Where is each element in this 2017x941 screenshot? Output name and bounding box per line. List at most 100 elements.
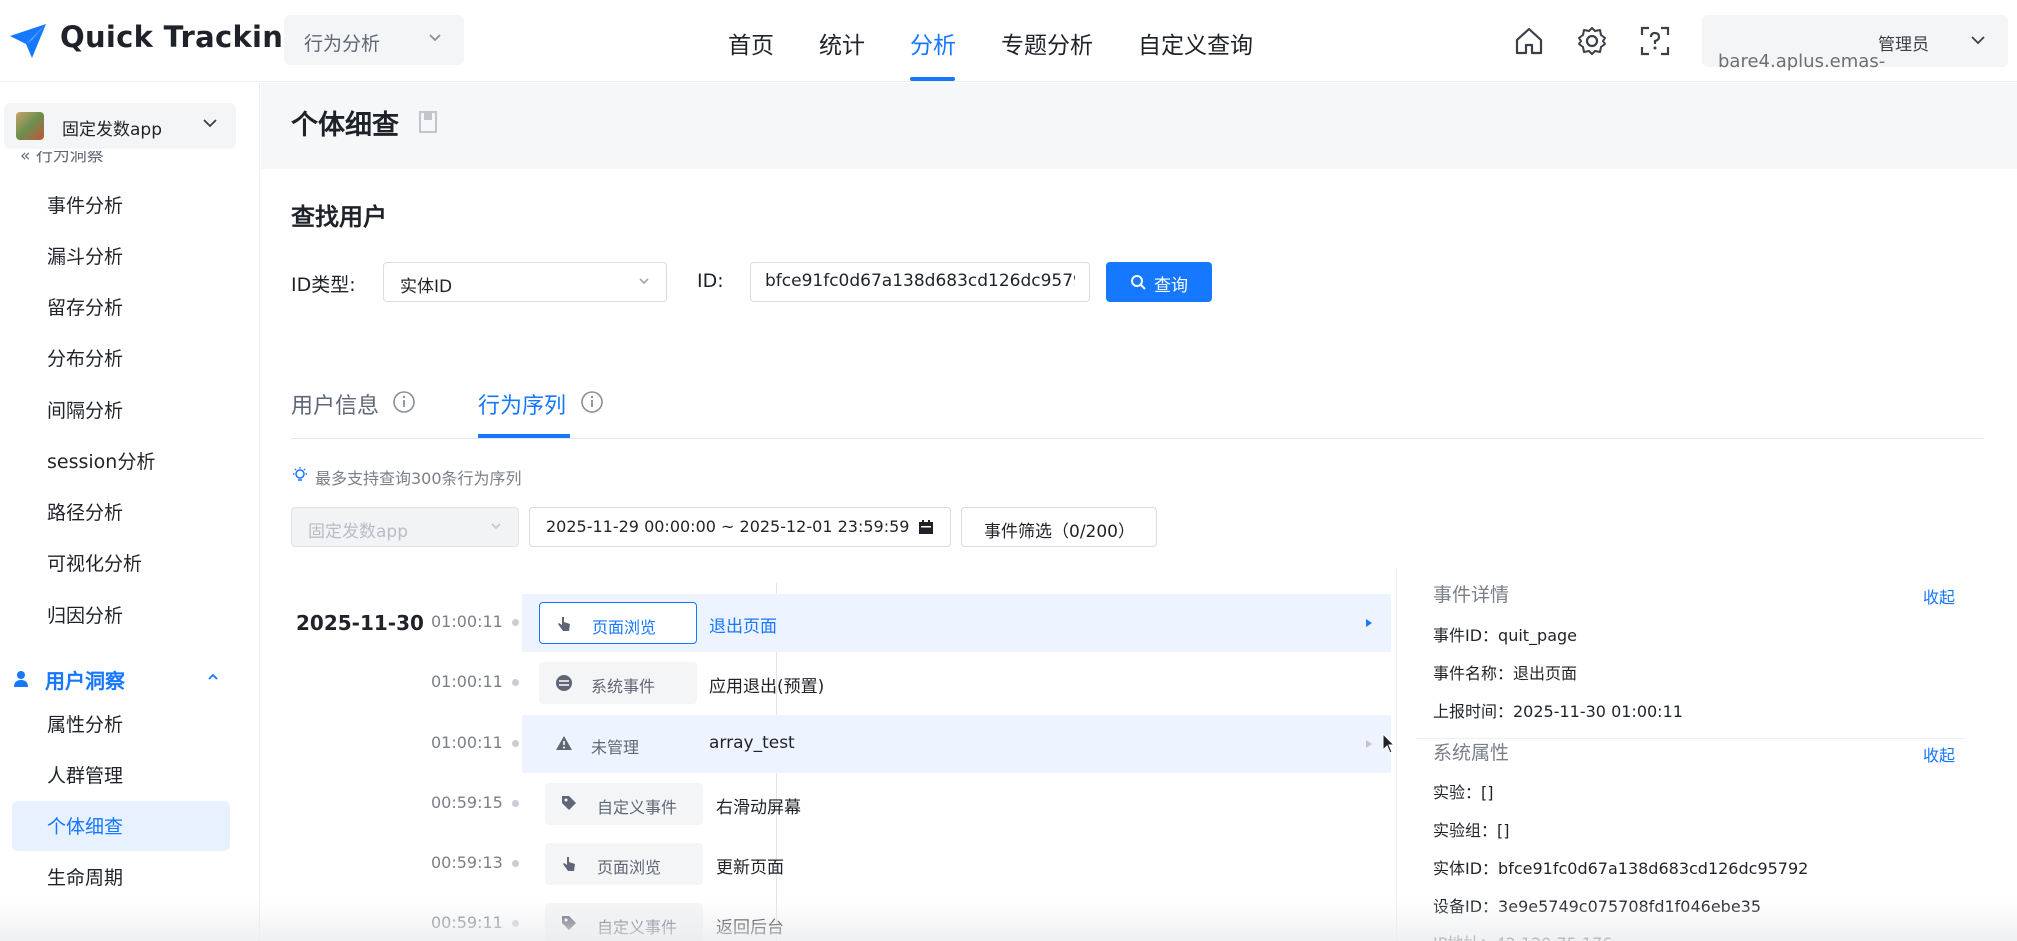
collapse-icon: «	[20, 146, 36, 166]
id-input[interactable]	[765, 271, 1075, 291]
id-label: ID:	[697, 270, 724, 292]
sidebar-item-path-analysis[interactable]: 路径分析	[47, 498, 123, 525]
event-time: 00:59:15	[431, 793, 503, 812]
event-type-tag: 自定义事件	[545, 783, 703, 825]
app-filter-select: 固定发数app	[291, 507, 519, 547]
event-type-label: 页面浏览	[597, 858, 662, 877]
system-icon	[556, 675, 572, 691]
date-range-value: 2025-11-29 00:00:00 ~ 2025-12-01 23:59:5…	[546, 517, 910, 536]
event-name[interactable]: 右滑动屏幕	[716, 793, 801, 818]
chevron-down-icon	[1971, 36, 1985, 45]
app-select-value: 固定发数app	[62, 120, 162, 140]
nav-custom-query[interactable]: 自定义查询	[1138, 26, 1253, 60]
event-name[interactable]: 更新页面	[716, 853, 784, 878]
tip-text: 最多支持查询300条行为序列	[315, 469, 522, 488]
id-type-value: 实体ID	[400, 277, 453, 297]
caret-right-icon[interactable]	[1365, 618, 1373, 628]
collapse-event-detail-button[interactable]: 收起	[1923, 584, 1955, 608]
gear-icon[interactable]	[1575, 24, 1609, 58]
detail-event-name: 事件名称：退出页面	[1433, 664, 1578, 683]
app-avatar	[16, 112, 44, 140]
event-filter-button[interactable]: 事件筛选（0/200）	[961, 507, 1157, 547]
bookmark-icon[interactable]	[419, 111, 437, 133]
caret-right-icon[interactable]	[1365, 739, 1373, 749]
tag-icon	[562, 796, 576, 810]
timeline-dot	[510, 738, 521, 749]
timeline-dot	[510, 918, 521, 929]
timeline-event-row[interactable]: 01:00:11 页面浏览 退出页面	[261, 594, 1391, 652]
user-icon	[14, 671, 28, 687]
sidebar-item-distribution-analysis[interactable]: 分布分析	[47, 344, 123, 371]
tab-user-info[interactable]: 用户信息	[291, 388, 379, 420]
chevron-down-icon	[491, 523, 501, 530]
event-type-label: 未管理	[591, 738, 640, 757]
nav-topic-analysis[interactable]: 专题分析	[1001, 26, 1093, 60]
event-name[interactable]: 返回后台	[716, 913, 784, 938]
date-range-picker[interactable]: 2025-11-29 00:00:00 ~ 2025-12-01 23:59:5…	[529, 507, 951, 547]
sidebar-item-visual-analysis[interactable]: 可视化分析	[47, 549, 142, 576]
id-type-label: ID类型:	[291, 274, 356, 296]
timeline-event-row[interactable]: 00:59:15 自定义事件 右滑动屏幕	[261, 775, 1391, 833]
event-type-tag: 页面浏览	[545, 843, 703, 885]
timeline-event-row[interactable]: 00:59:13 页面浏览 更新页面	[261, 835, 1391, 893]
module-select[interactable]: 行为分析	[284, 15, 464, 65]
app-select[interactable]: 固定发数app	[4, 103, 236, 149]
help-scan-icon[interactable]	[1638, 24, 1672, 58]
user-account-menu[interactable]: 管理员 bare4.aplus.emas-	[1702, 15, 2008, 72]
sidebar-item-retention-analysis[interactable]: 留存分析	[47, 293, 123, 320]
event-filter-label: 事件筛选（0/200）	[984, 522, 1135, 542]
tabs-divider	[291, 438, 1983, 439]
sidebar-item-attribute-analysis[interactable]: 属性分析	[47, 710, 123, 737]
event-type-tag: 未管理	[539, 723, 697, 765]
sidebar-group-user-insight[interactable]: 用户洞察	[12, 661, 237, 697]
timeline-dot	[510, 617, 521, 628]
sidebar-item-crowd-management[interactable]: 人群管理	[47, 761, 123, 788]
timeline-event-row[interactable]: 00:59:11 自定义事件 返回后台	[261, 895, 1391, 941]
quick-tracking-logo[interactable]	[6, 18, 50, 62]
event-name[interactable]: array_test	[709, 733, 795, 753]
find-user-title: 查找用户	[291, 203, 387, 231]
detail-experiment-group: 实验组：[]	[1433, 821, 1510, 840]
event-time: 01:00:11	[431, 672, 503, 691]
event-type-label: 自定义事件	[597, 918, 678, 937]
timeline-event-row[interactable]: 01:00:11 系统事件 应用退出(预置)	[261, 654, 1391, 712]
detail-event-id: 事件ID：quit_page	[1433, 626, 1578, 645]
sidebar-item-funnel-analysis[interactable]: 漏斗分析	[47, 242, 123, 269]
query-button[interactable]: 查询	[1106, 262, 1212, 302]
event-name[interactable]: 应用退出(预置)	[709, 672, 824, 697]
event-detail-panel: 事件详情 收起 事件ID：quit_page 事件名称：退出页面 上报时间：20…	[1396, 568, 1984, 941]
sidebar-item-lifecycle[interactable]: 生命周期	[47, 863, 123, 890]
collapse-system-attributes-button[interactable]: 收起	[1923, 742, 1955, 766]
sidebar-item-event-analysis[interactable]: 事件分析	[47, 191, 123, 218]
sidebar: « 行为洞察 固定发数app 事件分析 漏斗分析 留存分析 分布分析 间隔分析 …	[0, 83, 260, 941]
sidebar-item-interval-analysis[interactable]: 间隔分析	[47, 396, 123, 423]
id-type-select[interactable]: 实体ID	[383, 262, 667, 302]
mouse-cursor-icon	[1382, 733, 1396, 754]
info-icon[interactable]	[580, 390, 604, 414]
nav-statistics[interactable]: 统计	[819, 26, 865, 60]
event-type-tag: 系统事件	[539, 662, 697, 704]
event-time: 00:59:13	[431, 853, 503, 872]
event-time: 01:00:11	[431, 612, 503, 631]
event-name[interactable]: 退出页面	[709, 612, 777, 637]
user-role: 管理员	[1878, 35, 1929, 55]
sidebar-group-user-insight-label: 用户洞察	[45, 669, 125, 693]
brand-name[interactable]: Quick Tracking	[60, 20, 304, 54]
timeline-event-row[interactable]: 01:00:11 未管理 array_test	[261, 715, 1391, 773]
nav-analysis[interactable]: 分析	[910, 26, 956, 60]
event-detail-title: 事件详情	[1433, 584, 1510, 606]
nav-home[interactable]: 首页	[728, 26, 774, 60]
chevron-up-icon	[208, 673, 218, 680]
tab-behavior-sequence[interactable]: 行为序列	[478, 388, 566, 420]
event-type-label: 系统事件	[591, 677, 656, 696]
info-icon[interactable]	[392, 390, 416, 414]
timeline-dot	[510, 798, 521, 809]
timeline-dot	[510, 858, 521, 869]
sidebar-item-session-analysis[interactable]: session分析	[47, 447, 155, 474]
sidebar-item-individual-detail[interactable]: 个体细查	[47, 812, 123, 839]
sidebar-item-attribution-analysis[interactable]: 归因分析	[47, 601, 123, 628]
home-icon[interactable]	[1512, 24, 1546, 58]
chevron-down-icon	[429, 34, 441, 42]
page-title: 个体细查	[291, 110, 399, 141]
tap-icon	[558, 617, 570, 631]
